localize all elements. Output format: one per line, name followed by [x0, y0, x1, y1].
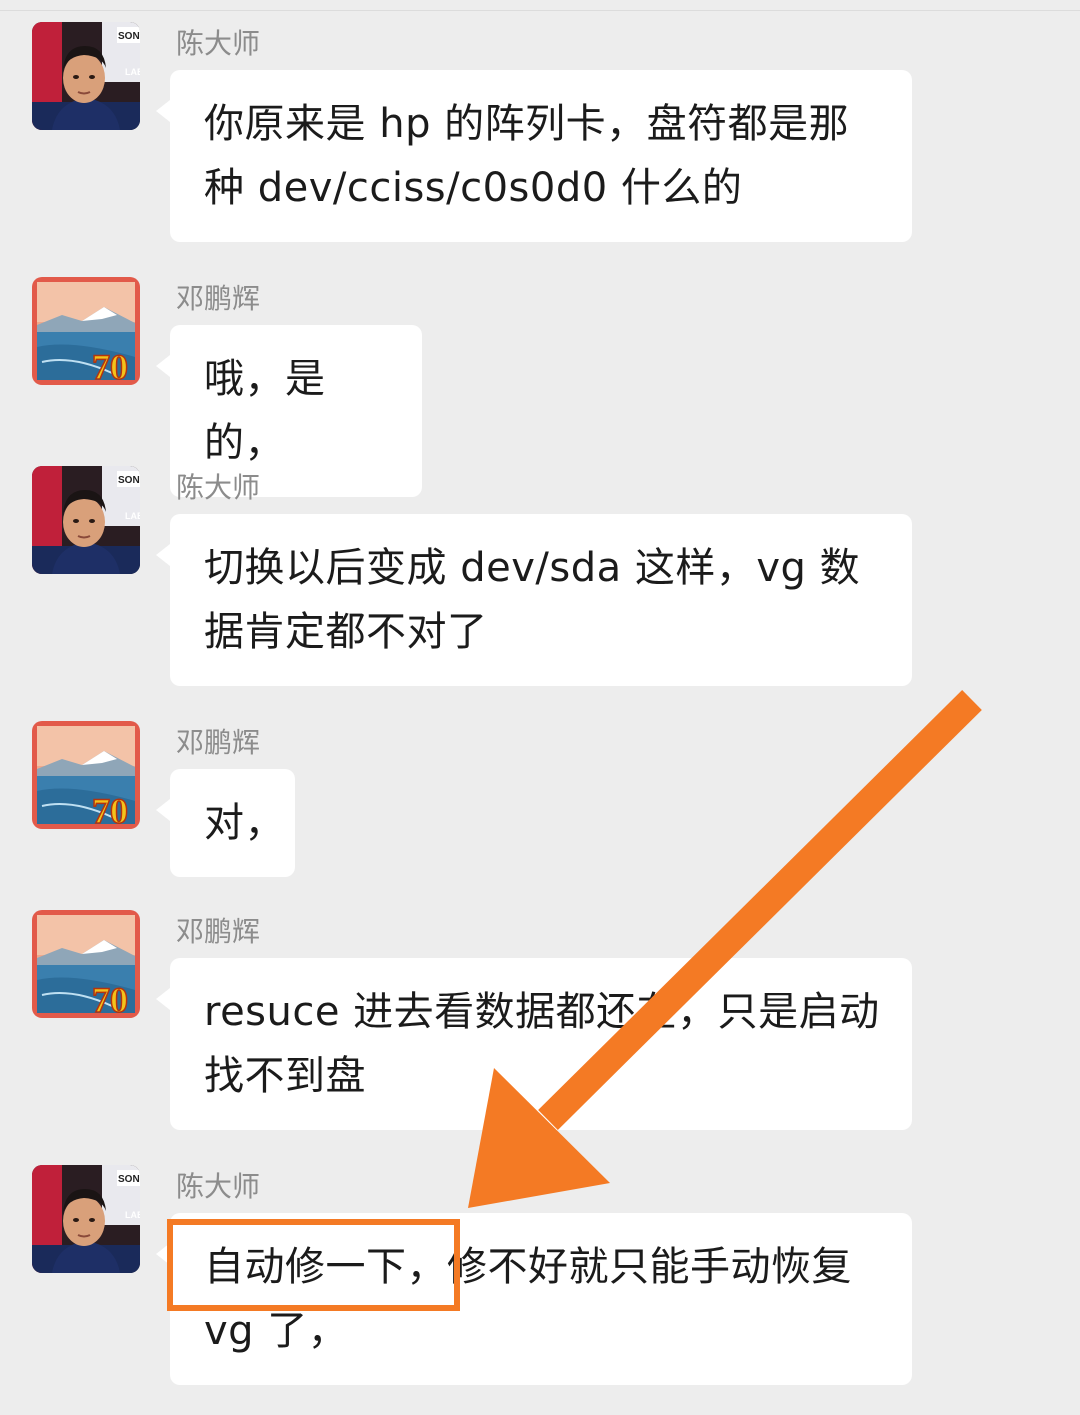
svg-text:SONY: SONY: [118, 1174, 140, 1185]
sender-name: 陈大师: [176, 471, 261, 504]
svg-text:70: 70: [92, 980, 128, 1018]
message-bubble[interactable]: 切换以后变成 dev/sda 这样，vg 数据肯定都不对了: [156, 514, 912, 686]
svg-text:LAB: LAB: [125, 1210, 140, 1220]
svg-text:70: 70: [92, 347, 128, 385]
svg-text:LAB: LAB: [125, 67, 140, 77]
message-bubble[interactable]: 对，: [156, 769, 295, 877]
sender-name: 邓鹏辉: [176, 282, 261, 315]
chen-avatar[interactable]: SONY LAB: [32, 466, 140, 574]
sender-name: 陈大师: [176, 1170, 261, 1203]
sender-name: 邓鹏辉: [176, 915, 261, 948]
top-divider: [0, 10, 1080, 11]
svg-text:SONY: SONY: [118, 31, 140, 42]
deng-avatar[interactable]: 70: [32, 910, 140, 1018]
message-bubble[interactable]: resuce 进去看数据都还在，只是启动找不到盘: [156, 958, 912, 1130]
sender-name: 陈大师: [176, 27, 261, 60]
chen-avatar[interactable]: SONY LAB: [32, 1165, 140, 1273]
deng-avatar[interactable]: 70: [32, 721, 140, 829]
message-bubble[interactable]: 自动修一下，修不好就只能手动恢复 vg 了，: [156, 1213, 912, 1385]
svg-text:70: 70: [92, 791, 128, 829]
sender-name: 邓鹏辉: [176, 726, 261, 759]
svg-text:SONY: SONY: [118, 475, 140, 486]
deng-avatar[interactable]: 70: [32, 277, 140, 385]
message-bubble[interactable]: 你原来是 hp 的阵列卡，盘符都是那种 dev/cciss/c0s0d0 什么的: [156, 70, 912, 242]
chen-avatar[interactable]: SONY LAB: [32, 22, 140, 130]
svg-text:LAB: LAB: [125, 511, 140, 521]
